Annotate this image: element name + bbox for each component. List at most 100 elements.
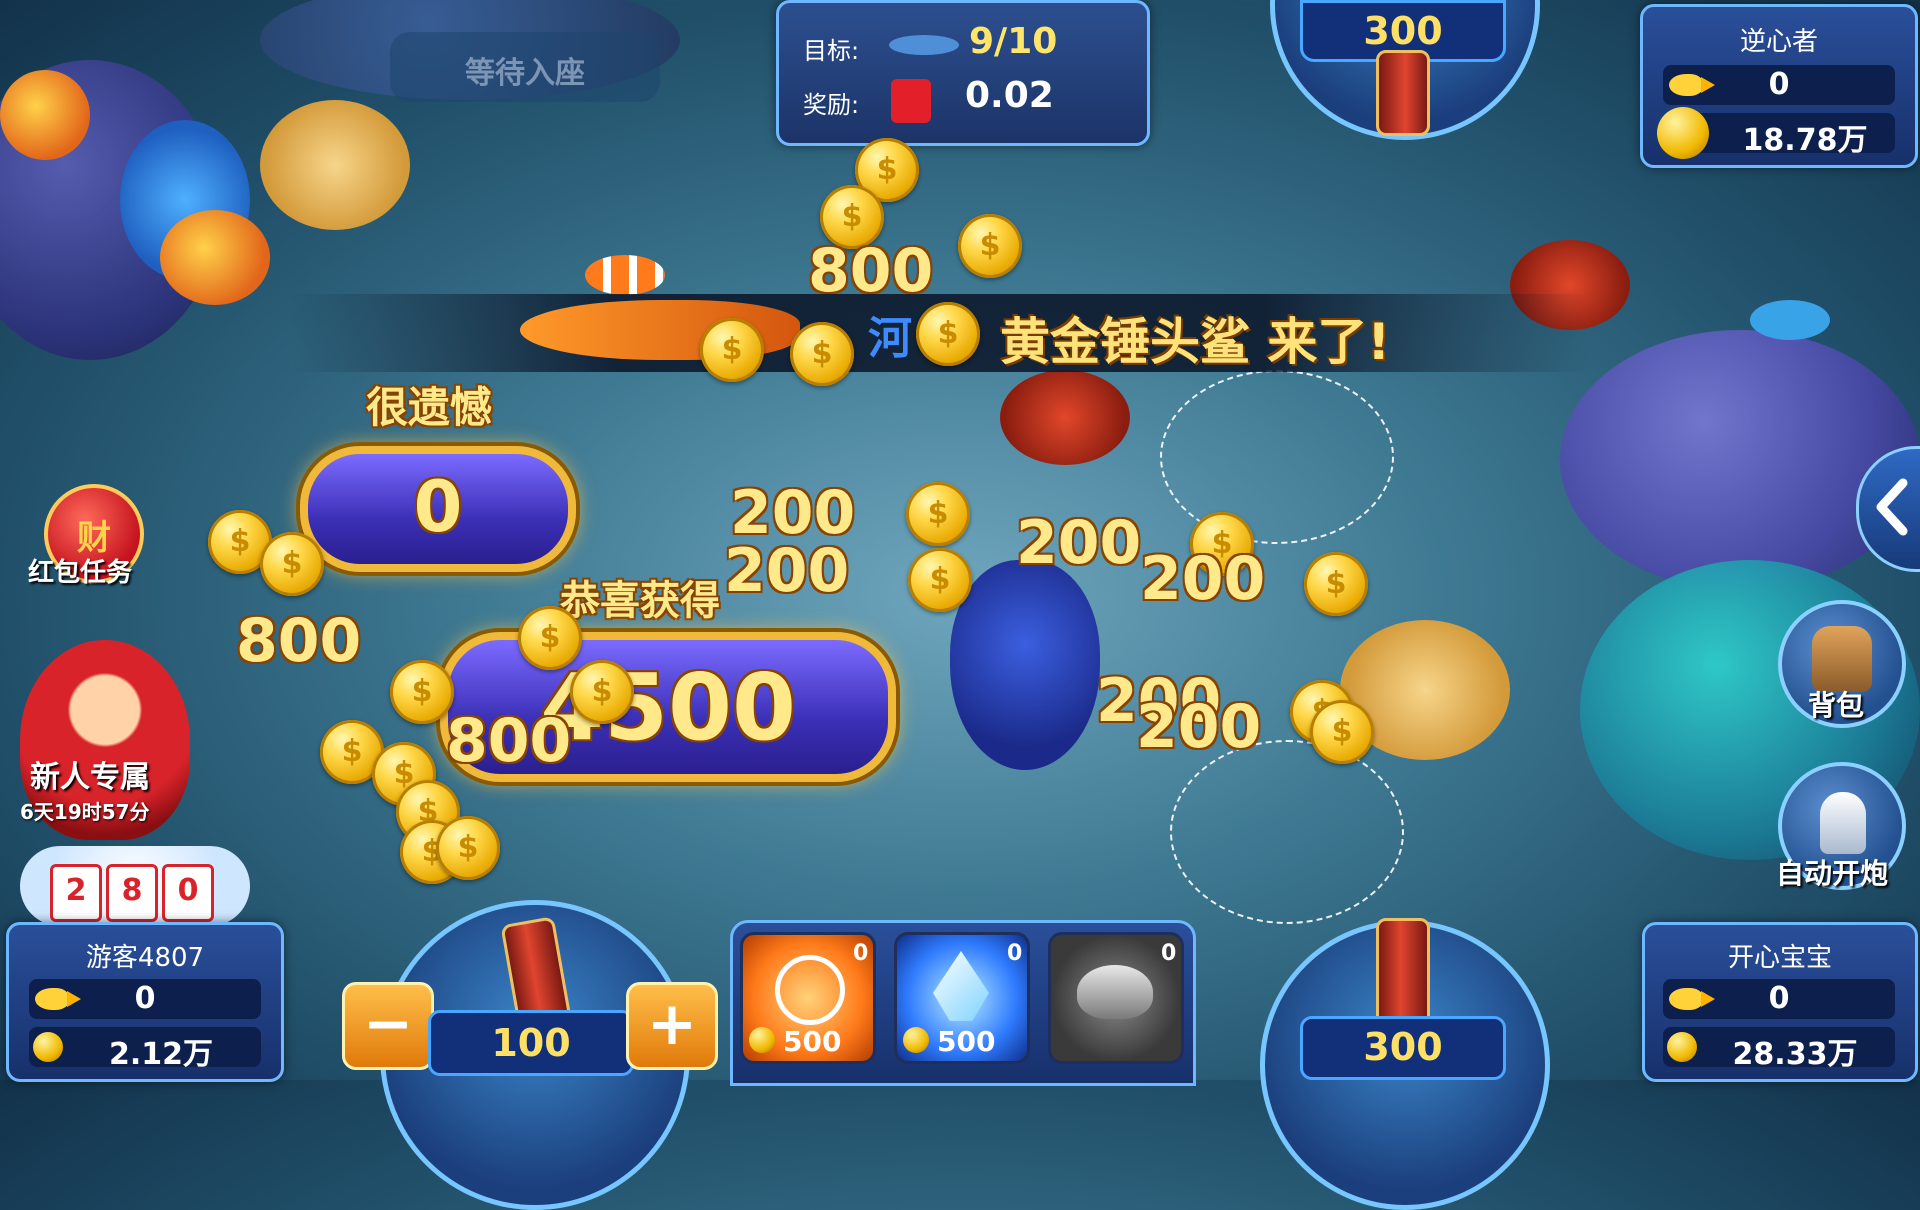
floating-score: 800 [808,236,934,306]
lock-target-item[interactable]: 0 500 [740,932,876,1064]
announcement-text: 黄金锤头鲨 来了! [1000,313,1391,371]
fish-count-row: 0 [1663,979,1895,1019]
floating-score: 200 [1016,508,1142,578]
decrease-bet-button[interactable]: − [342,982,434,1070]
item-count: 0 [1161,941,1177,966]
gold-coin [260,532,324,596]
my-bet: 100 [491,1021,571,1065]
player-name: 开心宝宝 [1727,943,1832,973]
coin-row: 18.78万 [1657,107,1895,159]
magic-lamp-icon [1077,965,1153,1019]
magic-lamp-item[interactable]: 0 [1048,932,1184,1064]
slot-digit: 0 [177,873,199,908]
reward-label: 奖励: [803,91,860,119]
coin-icon [1657,107,1709,159]
gold-coin [1304,552,1368,616]
player-panel-bottom-right: 开心宝宝 0 28.33万 [1642,922,1918,1082]
auto-fire-label: 自动开炮 [1776,857,1889,890]
coin-row: 28.33万 [1663,1027,1895,1072]
reward-value: 0.02 [965,75,1054,116]
target-panel: 目标: 9/10 奖励: 0.02 [776,0,1150,146]
slot-digit: 2 [65,873,87,908]
gold-coin [790,322,854,386]
gold-coin [1310,700,1374,764]
regret-value: 0 [413,466,463,548]
manta-ray [950,560,1100,770]
item-price: 500 [783,1025,842,1058]
increase-bet-symbol: + [646,989,698,1059]
capture-net [1170,740,1404,924]
coin-amount: 28.33万 [1732,1037,1858,1072]
slot-reel: 0 [162,864,214,922]
goal-progress: 9/10 [969,21,1058,62]
item-count: 0 [1007,941,1023,966]
capture-net [1160,370,1394,544]
coin-amount: 18.78万 [1742,123,1868,158]
my-bet-box: 100 [428,1010,634,1076]
regret-pill: 0 [300,446,576,572]
floating-score: 200 [724,536,850,606]
announcement-prefix: 河 [868,313,912,364]
coin-icon [1667,1032,1697,1062]
fish-count: 0 [1768,981,1790,1016]
gold-coin [908,548,972,612]
auto-fire-icon [1820,792,1866,854]
item-price: 500 [937,1025,996,1058]
gold-coin [436,816,500,880]
increase-bet-button[interactable]: + [626,982,718,1070]
newbie-timer: 6天19时57分 [20,800,150,824]
slot-reel: 2 [50,864,102,922]
fish-count-row: 0 [1663,65,1895,105]
slot-reel: 8 [106,864,158,922]
gold-coin [570,660,634,724]
waiting-seat-banner: 等待入座 [390,32,660,102]
fish-count-row: 0 [29,979,261,1019]
newbie-label: 新人专属 [30,760,150,795]
coin-icon [33,1032,63,1062]
chevron-left-icon [1876,478,1908,536]
slot-digit: 8 [121,873,143,908]
floating-score: 800 [446,706,572,776]
player-panel-bottom-left: 游客4807 0 2.12万 [6,922,284,1082]
lantern-fish [0,70,90,160]
coin-row: 2.12万 [29,1027,261,1072]
slot-machine[interactable]: 2 8 0 [20,846,250,926]
blue-fish [1750,300,1830,340]
item-count: 0 [853,941,869,966]
waiting-seat-label: 等待入座 [465,56,585,91]
bottom-right-bet: 300 [1363,1025,1443,1069]
clownfish [585,255,665,295]
regret-label: 很遗憾 [366,383,493,432]
floating-score: 200 [1140,544,1266,614]
red-packet-task-label: 红包任务 [28,558,133,588]
target-fish-icon [889,35,959,55]
gold-coin [906,482,970,546]
crosshair-icon [775,955,845,1025]
fish-count: 0 [134,981,156,1016]
congrats-label: 恭喜获得 [560,578,720,624]
fish-count: 0 [1768,67,1790,102]
floating-score: 800 [236,606,362,676]
coral-decoration [260,100,410,230]
rock-decoration [1560,330,1920,590]
top-turret-cannon [1376,50,1430,136]
backpack-icon [1812,626,1872,692]
decrease-bet-symbol: − [362,989,414,1059]
bottom-right-bet-box: 300 [1300,1016,1506,1080]
coin-amount: 2.12万 [108,1037,214,1072]
backpack-label: 背包 [1808,689,1865,722]
player-name: 游客4807 [85,943,205,973]
player-name: 逆心者 [1739,27,1818,57]
gold-coin [700,318,764,382]
floating-score: 200 [1136,692,1262,762]
top-turret-bet: 300 [1363,9,1443,53]
gold-coin [518,606,582,670]
sea-turtle [1000,370,1130,465]
gold-coin [390,660,454,724]
red-packet-icon [891,79,931,123]
freeze-item[interactable]: 0 500 [894,932,1030,1064]
lantern-fish [160,210,270,305]
coin-icon [903,1027,929,1053]
ice-crystal-icon [933,951,989,1021]
player-panel-top-right: 逆心者 0 18.78万 [1640,4,1918,168]
